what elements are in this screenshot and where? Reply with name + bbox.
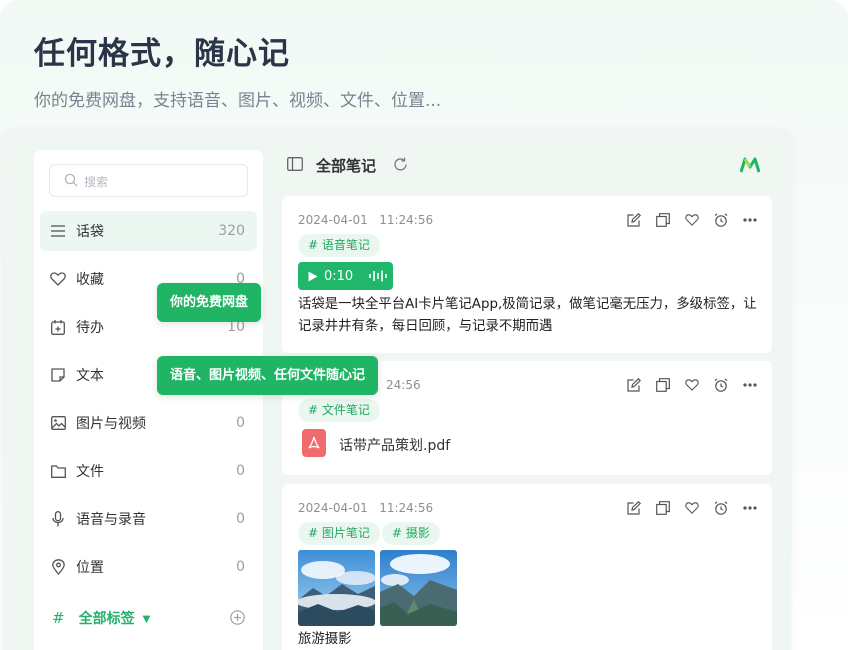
sidebar-item-count: 0 [236,415,245,431]
add-circle-icon[interactable] [230,610,245,625]
play-icon[interactable] [308,271,318,282]
heart-icon[interactable] [684,212,700,228]
sidebar-tags-toggle[interactable]: # 全部标签 ▼ [40,598,257,638]
hash-icon: # [52,609,65,627]
alarm-icon[interactable] [713,500,729,516]
edit-icon[interactable] [626,500,642,516]
sidebar-item-all[interactable]: 话袋 320 [40,211,257,251]
sidebar-item-count: 0 [236,463,245,479]
sidebar: 搜索 话袋 320 收藏 0 待办 10 文本 0 图片与视频 0 [34,150,263,650]
photo-thumbnail[interactable] [298,550,375,626]
sidebar-item-label: 图片与视频 [76,416,146,432]
sidebar-item-count: 0 [236,511,245,527]
note-actions [626,212,758,228]
note-date: 24:56 [386,378,421,392]
sidebar-item-count: 0 [236,559,245,575]
note-date: 2024-04-01 11:24:56 [298,501,434,515]
note-actions [626,500,758,516]
note-date: 2024-04-01 11:24:56 [298,213,434,227]
note-card[interactable]: 2024-04-01 11:24:56 # 语音笔记 0:10 话袋是一块全平台… [282,196,772,353]
folder-icon [50,463,66,479]
tags-label: 全部标签 [78,611,135,627]
tag-chip[interactable]: # 图片笔记 [298,522,380,545]
file-name-link[interactable]: 话带产品策划.pdf [339,435,450,455]
copy-icon[interactable] [655,212,671,228]
sidebar-item-files[interactable]: 文件 0 [40,451,257,491]
sidebar-item-count: 320 [218,223,245,239]
search-placeholder: 搜索 [84,175,109,189]
pdf-file-icon [302,429,326,457]
tag-chip[interactable]: # 语音笔记 [298,234,380,257]
sidebar-item-label: 位置 [76,560,104,576]
heart-icon[interactable] [684,377,700,393]
sidebar-item-audio[interactable]: 语音与录音 0 [40,499,257,539]
sidebar-item-label: 语音与录音 [76,512,146,528]
heart-icon [50,271,66,287]
sidebar-item-images[interactable]: 图片与视频 0 [40,403,257,443]
hero-title: 任何格式，随心记 [34,36,290,72]
tag-chip[interactable]: # 摄影 [382,522,440,545]
page-title: 全部笔记 [316,157,377,175]
alarm-icon[interactable] [713,377,729,393]
more-icon[interactable] [742,212,758,228]
copy-icon[interactable] [655,500,671,516]
search-icon [64,173,78,187]
search-input[interactable]: 搜索 [49,164,248,197]
note-actions [626,377,758,393]
more-icon[interactable] [742,500,758,516]
waveform-icon [369,270,388,282]
location-icon [50,559,66,575]
edit-icon[interactable] [626,212,642,228]
tooltip-free-storage: 你的免费网盘 [157,283,262,322]
microphone-icon [50,511,66,527]
alarm-icon[interactable] [713,212,729,228]
calendar-add-icon [50,319,66,335]
hero-subtitle: 你的免费网盘，支持语音、图片、视频、文件、位置... [34,91,442,111]
photo-thumbnail[interactable] [380,550,457,626]
tag-chip[interactable]: # 文件笔记 [298,399,380,422]
sidebar-item-location[interactable]: 位置 0 [40,547,257,587]
note-card[interactable]: 2024-04-01 11:24:56 # 图片笔记 # 摄影 旅游摄影 [282,484,772,650]
sidebar-toggle-icon[interactable] [287,157,303,171]
image-icon [50,415,66,431]
tooltip-any-format: 语音、图片视频、任何文件随心记 [157,356,379,395]
heart-icon[interactable] [684,500,700,516]
app-logo-icon [740,157,760,173]
note-icon [50,367,66,383]
sidebar-item-label: 话袋 [76,224,104,240]
audio-duration: 0:10 [324,268,354,284]
menu-icon [50,223,66,239]
copy-icon[interactable] [655,377,671,393]
edit-icon[interactable] [626,377,642,393]
note-caption: 旅游摄影 [298,632,352,647]
refresh-icon[interactable] [393,157,408,172]
note-text: 话袋是一块全平台AI卡片笔记App,极简记录，做笔记毫无压力，多级标签，让记录井… [298,297,757,334]
sidebar-item-label: 文件 [76,464,104,480]
audio-player[interactable]: 0:10 [298,262,393,290]
more-icon[interactable] [742,377,758,393]
caret-down-icon: ▼ [142,613,151,625]
